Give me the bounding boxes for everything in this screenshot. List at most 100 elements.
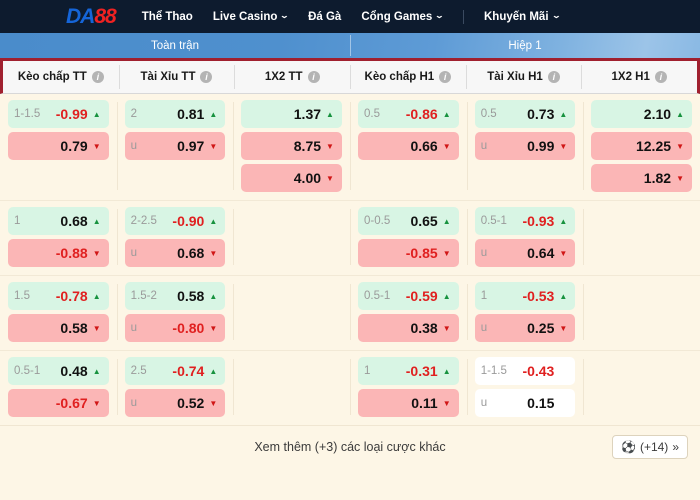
column-header-1x2-tt[interactable]: 1X2 TT i (234, 61, 350, 93)
nav-item-label: Đá Gà (308, 10, 342, 23)
nav-item-cong-games[interactable]: Cổng Games ⌄ (361, 11, 444, 23)
odds-value: 0.99 (527, 138, 555, 154)
odds-value: -0.85 (405, 245, 438, 261)
odds-cell[interactable]: 1 -0.53 ▲ (474, 282, 576, 310)
odds-cell-empty (591, 239, 692, 267)
odds-column-keo-chap-h1: 1 -0.31 ▲ 0.11 ▼ (350, 357, 467, 417)
nav-item-khuyen-mai[interactable]: Khuyến Mãi ⌄ (484, 11, 561, 23)
odds-cell[interactable]: u -0.80 ▼ (124, 314, 226, 342)
column-header-keo-chap-h1[interactable]: Kèo chấp H1 i (350, 61, 466, 93)
nav-item-live-casino[interactable]: Live Casino ⌄ (213, 11, 290, 23)
odds-cell[interactable]: 2.10 ▲ (591, 100, 693, 128)
info-icon[interactable]: i (91, 71, 104, 83)
odds-cell[interactable]: 1-1.5 -0.43 (474, 357, 576, 385)
column-header-label: Tài Xỉu TT (140, 71, 196, 83)
odds-cell[interactable]: 2-2.5 -0.90 ▲ (124, 207, 226, 235)
column-header-tai-xiu-h1[interactable]: Tài Xỉu H1 i (465, 61, 582, 93)
site-logo[interactable]: DA88 (66, 5, 117, 28)
odds-value: -0.59 (405, 288, 438, 304)
odds-cell[interactable]: 0.11 ▼ (358, 389, 459, 417)
odds-cell[interactable]: 1.5 -0.78 ▲ (8, 282, 109, 310)
odds-cell-empty (8, 164, 109, 192)
odds-cell-empty (241, 282, 342, 310)
odds-cell[interactable]: 1.82 ▼ (591, 164, 693, 192)
odds-column-keo-chap-h1: 0-0.5 0.65 ▲ -0.85 ▼ (350, 207, 467, 267)
arrow-up-icon: ▲ (442, 291, 451, 301)
odds-cell[interactable]: 0.5-1 0.48 ▲ (8, 357, 109, 385)
odds-cell[interactable]: 1.5-2 0.58 ▲ (124, 282, 226, 310)
odds-value: 0.58 (177, 288, 205, 304)
arrow-up-icon: ▲ (559, 216, 568, 226)
odds-cell-empty (475, 164, 576, 192)
column-header-1x2-h1[interactable]: 1X2 H1 i (581, 61, 697, 93)
odds-cell[interactable]: 0-0.5 0.65 ▲ (358, 207, 459, 235)
odds-cell[interactable]: u 0.97 ▼ (124, 132, 226, 160)
odds-cell[interactable]: 0.66 ▼ (358, 132, 459, 160)
show-more-markets-link[interactable]: Xem thêm (+3) các loại cược khác (254, 440, 445, 454)
odds-cell[interactable]: u 0.64 ▼ (474, 239, 576, 267)
arrow-down-icon: ▼ (92, 323, 101, 333)
odds-cell[interactable]: 12.25 ▼ (591, 132, 693, 160)
odds-cell[interactable]: 0.5-1 -0.93 ▲ (474, 207, 576, 235)
odds-value: 12.25 (635, 138, 672, 154)
odds-value: 1.82 (643, 170, 672, 186)
odds-column-keo-chap-tt: 1 0.68 ▲ -0.88 ▼ (0, 207, 117, 267)
odds-cell[interactable]: u 0.99 ▼ (474, 132, 576, 160)
column-header-keo-chap-tt[interactable]: Kèo chấp TT i (3, 61, 119, 93)
more-markets-badge[interactable]: ⚽ (+14) » (612, 434, 688, 459)
odds-cell[interactable]: u 0.52 ▼ (124, 389, 226, 417)
tab-hiep-1[interactable]: Hiệp 1 (350, 33, 700, 58)
info-icon[interactable]: i (439, 71, 452, 83)
info-icon[interactable]: i (547, 71, 560, 83)
odds-handicap-label: 0-0.5 (364, 215, 391, 227)
odds-cell[interactable]: 1.37 ▲ (241, 100, 343, 128)
odds-cell[interactable]: -0.85 ▼ (358, 239, 459, 267)
odds-cell[interactable]: 0.5-1 -0.59 ▲ (358, 282, 459, 310)
odds-cell[interactable]: u 0.25 ▼ (474, 314, 576, 342)
arrow-up-icon: ▲ (326, 109, 334, 119)
odds-cell[interactable]: 0.58 ▼ (8, 314, 109, 342)
odds-value: 0.65 (410, 213, 438, 229)
odds-cell[interactable]: 0.38 ▼ (358, 314, 459, 342)
arrow-down-icon: ▼ (92, 398, 101, 408)
odds-value: -0.31 (405, 363, 438, 379)
more-markets-count: (+14) (639, 439, 669, 454)
odds-cell[interactable]: -0.67 ▼ (8, 389, 109, 417)
odds-cell[interactable]: 1-1.5 -0.99 ▲ (8, 100, 109, 128)
arrow-down-icon: ▼ (676, 141, 684, 151)
info-icon[interactable]: i (200, 71, 213, 83)
column-header-tai-xiu-tt[interactable]: Tài Xỉu TT i (118, 61, 235, 93)
odds-cell[interactable]: 1 -0.31 ▲ (358, 357, 459, 385)
tab-label: Toàn trận (151, 39, 199, 52)
arrow-down-icon: ▼ (92, 141, 101, 151)
odds-cell[interactable]: 0.5 -0.86 ▲ (358, 100, 459, 128)
odds-cell[interactable]: 0.79 ▼ (8, 132, 109, 160)
nav-item-the-thao[interactable]: Thể Thao (142, 11, 193, 23)
column-header-label: Kèo chấp TT (17, 71, 87, 83)
odds-cell[interactable]: u 0.15 (474, 389, 576, 417)
info-icon[interactable]: i (654, 71, 667, 83)
arrow-down-icon: ▼ (209, 323, 218, 333)
nav-item-da-ga[interactable]: Đá Gà (308, 11, 341, 23)
odds-cell[interactable]: 4.00 ▼ (241, 164, 343, 192)
arrow-up-icon: ▲ (559, 109, 568, 119)
arrow-down-icon: ▼ (442, 323, 451, 333)
odds-cell[interactable]: 2.5 -0.74 ▲ (124, 357, 226, 385)
logo-text-secondary: 88 (94, 5, 116, 28)
odds-value: -0.74 (172, 363, 205, 379)
nav-item-label: Thể Thao (141, 10, 193, 23)
odds-value: -0.67 (55, 395, 88, 411)
odds-cell[interactable]: u 0.68 ▼ (124, 239, 226, 267)
info-icon[interactable]: i (307, 71, 320, 83)
odds-cell[interactable]: 2 0.81 ▲ (124, 100, 226, 128)
arrow-down-icon: ▼ (209, 398, 218, 408)
odds-handicap-label: 0.5-1 (14, 365, 41, 377)
odds-value: 0.68 (177, 245, 205, 261)
chevron-down-icon: ⌄ (279, 11, 290, 20)
odds-cell[interactable]: -0.88 ▼ (8, 239, 109, 267)
odds-cell[interactable]: 1 0.68 ▲ (8, 207, 109, 235)
odds-cell[interactable]: 8.75 ▼ (241, 132, 343, 160)
tab-toan-tran[interactable]: Toàn trận (0, 33, 350, 58)
odds-value: -0.78 (55, 288, 88, 304)
odds-cell[interactable]: 0.5 0.73 ▲ (474, 100, 576, 128)
